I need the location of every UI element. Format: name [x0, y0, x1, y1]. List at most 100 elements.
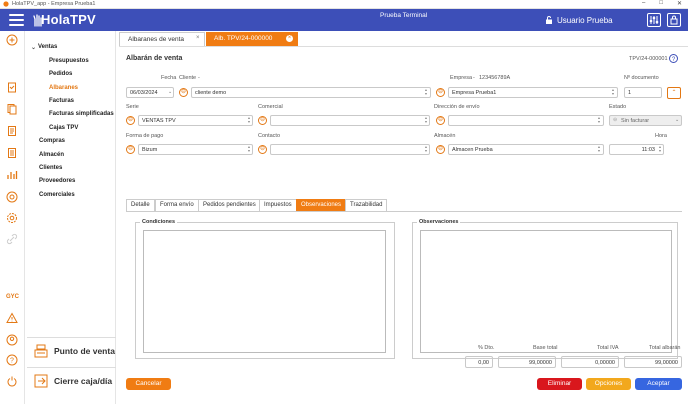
close-tab-icon[interactable]: × [196, 35, 200, 41]
window-titlebar: HolaTPV_app - Empresa Prueba1 – □ ✕ [0, 0, 688, 9]
direccion-spinner-icon[interactable]: ▲ ▼ [597, 116, 601, 124]
conditions-textarea[interactable] [143, 230, 386, 353]
tab-impuestos[interactable]: Impuestos [259, 199, 297, 211]
pago-spinner-icon[interactable]: ▲ ▼ [247, 145, 251, 153]
contacto-spinner-icon[interactable]: ▲ ▼ [424, 145, 428, 153]
direccion-field[interactable] [448, 115, 604, 126]
comercial-search-icon[interactable]: ⊖ [258, 116, 267, 125]
documents-icon[interactable] [6, 103, 18, 115]
power-icon[interactable] [6, 375, 18, 387]
chevron-down-icon[interactable]: ⌄ [31, 44, 36, 51]
serie-search-icon[interactable]: ⊖ [126, 116, 135, 125]
sidebar-item-comerciales[interactable]: Comerciales [39, 192, 75, 198]
total-label: Total albarán [649, 345, 681, 351]
pago-field[interactable]: Bizum [138, 144, 253, 155]
client-search-icon[interactable]: ⊖ [179, 88, 188, 97]
hora-field[interactable]: 11:03 [609, 144, 664, 155]
sidebar-item-albaranes[interactable]: Albaranes [49, 85, 78, 91]
pago-label: Forma de pago [126, 133, 164, 139]
fecha-field[interactable]: 06/03/2024 [126, 87, 174, 98]
gyc-label[interactable]: GYC [6, 294, 19, 300]
settings-button[interactable] [647, 13, 661, 27]
almacen-search-icon[interactable]: ⊖ [436, 145, 445, 154]
sidebar-item-pedidos[interactable]: Pedidos [49, 71, 72, 77]
tab-divider [119, 46, 688, 47]
sidebar-item-compras[interactable]: Compras [39, 138, 65, 144]
base-field: 99,00000 [498, 356, 556, 368]
sidebar-item-presupuestos[interactable]: Presupuestos [49, 58, 89, 64]
tab-albaran-document[interactable]: Alb. TPV/24-000000 [206, 32, 298, 46]
help-circle-icon[interactable]: ? [669, 54, 678, 63]
sliders-icon [649, 16, 659, 24]
fecha-label: Fecha [161, 75, 177, 81]
menu-icon[interactable] [9, 14, 24, 26]
gear-icon[interactable] [6, 212, 18, 224]
cash-register-large-icon [34, 344, 48, 358]
dto-field[interactable]: 0,00 [465, 356, 493, 368]
minimize-icon[interactable]: – [642, 0, 645, 7]
delete-button[interactable]: Eliminar [537, 378, 582, 390]
observations-textarea[interactable] [420, 230, 672, 353]
empresa-search-icon[interactable]: ⊖ [436, 88, 445, 97]
chevron-up-icon[interactable]: ⌃ [667, 87, 681, 99]
tab-albaranes-list[interactable]: Albaranes de venta [119, 32, 205, 46]
empresa-field[interactable]: Empresa Prueba1 [448, 87, 618, 98]
comercial-field[interactable] [270, 115, 430, 126]
user-name[interactable]: Usuario Prueba [557, 16, 613, 25]
cliente-spinner-icon[interactable]: ▲ ▼ [424, 88, 428, 96]
window-title: HolaTPV_app - Empresa Prueba1 [12, 1, 96, 7]
pago-search-icon[interactable]: ⊖ [126, 145, 135, 154]
observations-title: Observaciones [417, 219, 461, 225]
company-name: Prueba Terminal [380, 12, 428, 19]
hora-spinner-icon[interactable]: ▲ ▼ [658, 145, 662, 153]
lock-session-button[interactable] [667, 13, 681, 27]
tab-forma-envio[interactable]: Forma envío [155, 199, 199, 211]
close-active-tab-icon[interactable]: × [286, 35, 293, 42]
serie-spinner-icon[interactable]: ▲ ▼ [247, 116, 251, 124]
almacen-field[interactable]: Almacen Prueba [448, 144, 604, 155]
contacto-field[interactable] [270, 144, 430, 155]
contacto-search-icon[interactable]: ⊖ [258, 145, 267, 154]
sidebar-item-cajas-tpv[interactable]: Cajas TPV [49, 125, 78, 131]
estado-label: Estado [609, 104, 627, 110]
cliente-field[interactable]: cliente demo [191, 87, 431, 98]
dto-label: % Dto. [478, 345, 495, 351]
tab-detalle[interactable]: Detalle [126, 199, 155, 211]
add-icon[interactable] [6, 34, 18, 46]
tab-trazabilidad[interactable]: Trazabilidad [345, 199, 388, 211]
help-icon[interactable]: ? [6, 354, 18, 366]
almacen-spinner-icon[interactable]: ▲ ▼ [597, 145, 601, 153]
tab-observaciones[interactable]: Observaciones [296, 199, 347, 211]
user-icon[interactable] [6, 334, 18, 346]
maximize-icon[interactable]: □ [659, 0, 663, 7]
ndoc-field[interactable]: 1 [624, 87, 662, 98]
cancel-button[interactable]: Cancelar [126, 378, 171, 390]
accept-button[interactable]: Aceptar [635, 378, 682, 390]
pos-button[interactable]: Punto de venta [27, 337, 116, 363]
warning-icon[interactable] [6, 312, 18, 324]
sidebar-item-facturas-simplificadas[interactable]: Facturas simplificadas [49, 111, 114, 117]
close-window-icon[interactable]: ✕ [677, 0, 682, 7]
tab-pedidos-pendientes[interactable]: Pedidos pendientes [198, 199, 261, 211]
comercial-spinner-icon[interactable]: ▲ ▼ [424, 116, 428, 124]
dropdown-arrow-icon[interactable]: ⌄ [168, 89, 172, 95]
empresa-spinner-icon[interactable]: ▲ ▼ [611, 88, 615, 96]
serie-field[interactable]: VENTAS TPV [138, 115, 253, 126]
conditions-panel: Condiciones [135, 219, 395, 359]
direccion-search-icon[interactable]: ⊖ [436, 116, 445, 125]
chart-icon[interactable] [6, 169, 18, 181]
options-button[interactable]: Opciones [586, 378, 631, 390]
sidebar-item-proveedores[interactable]: Proveedores [39, 178, 75, 184]
sidebar-item-ventas[interactable]: Ventas [38, 44, 57, 50]
main-content: Albaranes de venta × Alb. TPV/24-000000 … [116, 31, 688, 404]
clipboard-icon[interactable] [6, 81, 18, 93]
form-title: Albarán de venta [126, 55, 183, 62]
cash-register-icon[interactable] [6, 191, 18, 203]
list-icon[interactable] [6, 147, 18, 159]
close-register-button[interactable]: Cierre caja/día [27, 367, 116, 393]
padlock-icon [670, 15, 678, 25]
sidebar-item-facturas[interactable]: Facturas [49, 98, 74, 104]
sidebar-item-clientes[interactable]: Clientes [39, 165, 62, 171]
sidebar-item-almacen[interactable]: Almacén [39, 152, 64, 158]
invoice-icon[interactable] [6, 125, 18, 137]
